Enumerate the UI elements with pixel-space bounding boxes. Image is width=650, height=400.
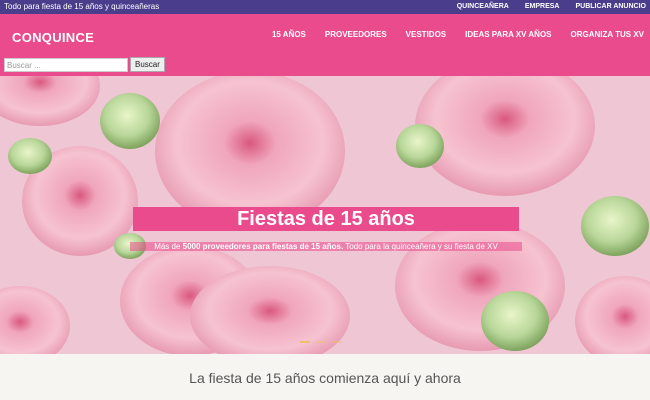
search-button[interactable]: Buscar bbox=[130, 57, 165, 72]
main-nav: 15 AÑOS PROVEEDORES VESTIDOS IDEAS PARA … bbox=[272, 30, 644, 39]
section-title: La fiesta de 15 años comienza aquí y aho… bbox=[189, 370, 461, 386]
hero-subtitle-pre: Más de bbox=[154, 242, 183, 251]
top-link-quinceanera[interactable]: QUINCEAÑERA bbox=[457, 0, 509, 14]
top-link-empresa[interactable]: EMPRESA bbox=[525, 0, 560, 14]
hero-title: Fiestas de 15 años bbox=[133, 207, 519, 231]
carousel-dot[interactable] bbox=[300, 341, 310, 343]
hero-subtitle-post: Todo para la quinceañera y su fiesta de … bbox=[343, 242, 498, 251]
carousel-dot[interactable] bbox=[316, 341, 326, 343]
carousel-indicators bbox=[300, 341, 342, 343]
top-links: QUINCEAÑERA EMPRESA PUBLICAR ANUNCIO bbox=[457, 0, 646, 14]
nav-item-ideas[interactable]: IDEAS PARA XV AÑOS bbox=[465, 30, 551, 39]
hero-subtitle: Más de 5000 proveedores para fiestas de … bbox=[130, 242, 522, 251]
hero-subtitle-bold: 5000 proveedores para fiestas de 15 años… bbox=[182, 242, 344, 251]
site-logo[interactable]: CONQUINCE bbox=[12, 30, 94, 45]
search-input[interactable] bbox=[4, 58, 128, 72]
hero-banner: Fiestas de 15 años Más de 5000 proveedor… bbox=[0, 76, 650, 354]
nav-item-proveedores[interactable]: PROVEEDORES bbox=[325, 30, 387, 39]
nav-item-organiza[interactable]: ORGANIZA TUS XV bbox=[571, 30, 644, 39]
site-tagline: Todo para fiesta de 15 años y quinceañer… bbox=[4, 2, 160, 11]
nav-item-15-anos[interactable]: 15 AÑOS bbox=[272, 30, 306, 39]
nav-item-vestidos[interactable]: VESTIDOS bbox=[406, 30, 446, 39]
top-link-publicar-anuncio[interactable]: PUBLICAR ANUNCIO bbox=[575, 0, 646, 14]
top-bar: Todo para fiesta de 15 años y quinceañer… bbox=[0, 0, 650, 14]
carousel-dot[interactable] bbox=[332, 341, 342, 343]
